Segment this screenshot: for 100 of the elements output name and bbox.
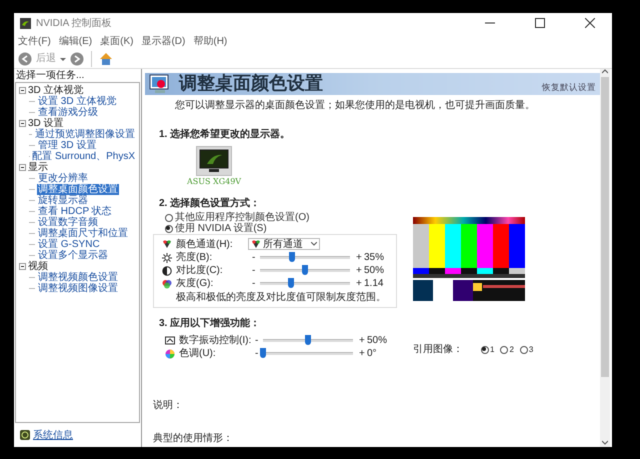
increase-label: + [359,347,366,361]
increase-label: + [356,251,363,265]
system-info-link[interactable]: 系统信息 [33,428,73,442]
tree-item[interactable]: 通过预览调整图像设置 [34,129,136,140]
slider-thumb[interactable] [288,252,294,262]
slider-label: 灰度(G): [176,278,214,289]
increase-label: + [356,277,363,291]
color-wheel-icon [165,348,175,358]
slider-reading: 0° [367,347,377,361]
slider-thumb[interactable] [302,265,308,275]
tree-item[interactable]: 旋转显示器 [37,195,89,206]
monitor-icon[interactable] [196,146,232,176]
home-icon[interactable] [99,52,113,66]
slider-thumb[interactable] [260,348,266,358]
tree-item[interactable]: 更改分辨率 [37,173,89,184]
caret-icon[interactable] [311,242,317,246]
decrease-label: - [255,334,260,348]
slider-label: 色调(U): [179,348,216,359]
tree-item[interactable]: 调整桌面颜色设置 [37,184,119,195]
radio-button[interactable] [500,346,508,354]
slider-label: 亮度(B): [176,252,212,263]
slider-track[interactable] [263,335,353,346]
tree-item[interactable]: 设置多个显示器 [37,250,109,261]
tree-item[interactable]: 调整视频图像设置 [37,283,119,294]
scroll-up-icon[interactable] [602,69,608,75]
menu-item[interactable]: 桌面(K) [100,34,134,48]
note-text: 极高和极低的亮度及对比度值可限制灰度范围。 [176,290,387,305]
tree-item[interactable]: 设置 3D 立体视觉 [37,96,118,107]
page-title: 调整桌面颜色设置 [179,74,323,94]
tree-item[interactable]: 设置数字音频 [37,217,99,228]
collapse-icon[interactable] [19,120,26,127]
info-icon [20,430,30,440]
tree-item[interactable]: 查看 HDCP 状态 [37,206,113,217]
radio-label[interactable]: 2 [509,344,514,356]
slider-reading: 35% [364,251,384,265]
tree-item[interactable]: 查看游戏分级 [37,107,99,118]
restore-defaults-link[interactable]: 恢复默认设置 [542,81,596,94]
brightness-icon [162,252,172,262]
color-circles-icon [162,278,172,288]
tree-item[interactable]: 管理 3D 设置 [37,140,98,151]
tree-category[interactable]: 显示 [28,162,48,173]
menu-item[interactable]: 显示器(D) [141,34,186,48]
collapse-icon[interactable] [19,87,26,94]
tree-category[interactable]: 3D 设置 [28,118,64,129]
page-description: 您可以调整显示器的桌面颜色设置；如果您使用的是电视机，也可提升画面质量。 [175,98,536,113]
app-logo-icon [20,18,31,28]
radio-button[interactable] [481,346,489,354]
tree-item[interactable]: 调整视频颜色设置 [37,272,119,283]
tree-item[interactable]: 调整桌面尺寸和位置 [37,228,129,239]
window-title: NVIDIA 控制面板 [36,16,112,30]
slider-thumb[interactable] [305,335,311,345]
sidebar-heading: 选择一项任务... [15,69,86,82]
tree-item[interactable]: 设置 G-SYNC [37,239,101,250]
slider-label: 数字振动控制(I): [179,335,252,346]
radio-label[interactable]: 1 [490,344,494,356]
explanation-label: 说明： [153,399,184,413]
slider-track[interactable] [263,348,353,359]
scrollbar[interactable] [600,69,610,447]
tree-category[interactable]: 视频 [28,261,48,272]
vibrance-icon [165,336,175,346]
channel-dropdown[interactable]: 所有通道 [248,238,320,250]
slider-reading: 50% [367,334,388,348]
radio-label[interactable]: 使用 NVIDIA 设置(S) [175,221,267,236]
forward-icon[interactable] [70,52,84,66]
display-color-icon [149,74,171,94]
contrast-icon [162,266,172,276]
tree-category[interactable]: 3D 立体视觉 [28,85,84,96]
usage-label: 典型的使用情形： [153,432,234,446]
increase-label: + [356,264,363,278]
back-icon[interactable] [18,52,32,66]
scroll-down-icon[interactable] [602,439,608,445]
radio-button[interactable] [165,214,173,222]
menu-item[interactable]: 编辑(E) [58,34,92,48]
channel-label: 颜色通道(H): [176,238,234,252]
color-channel-icon [251,239,261,249]
caret-icon[interactable] [60,56,66,62]
close-icon[interactable] [585,18,595,28]
slider-label: 对比度(C): [176,265,223,276]
slider-reading: 50% [364,264,384,278]
collapse-icon[interactable] [19,263,26,270]
menu-item[interactable]: 文件(F) [18,34,51,48]
slider-track[interactable] [260,265,350,276]
slider-track[interactable] [260,252,350,263]
menu-item[interactable]: 帮助(H) [193,34,228,48]
radio-button[interactable] [165,224,173,232]
increase-label: + [359,334,366,348]
slider-reading: 1.14 [364,277,384,291]
color-channel-icon [162,239,172,249]
monitor-label: ASUS XG49V [187,176,242,188]
decrease-label: - [255,347,260,361]
radio-button[interactable] [520,346,528,354]
decrease-label: - [252,277,256,291]
slider-track[interactable] [260,278,350,289]
scroll-thumb[interactable] [601,77,609,377]
maximize-icon[interactable] [535,18,545,28]
collapse-icon[interactable] [19,164,26,171]
section-heading: 1. 选择您希望更改的显示器。 [159,128,292,142]
radio-label[interactable]: 3 [528,344,534,356]
tree-item[interactable]: 配置 Surround、PhysX [31,151,136,162]
slider-thumb[interactable] [288,278,294,288]
